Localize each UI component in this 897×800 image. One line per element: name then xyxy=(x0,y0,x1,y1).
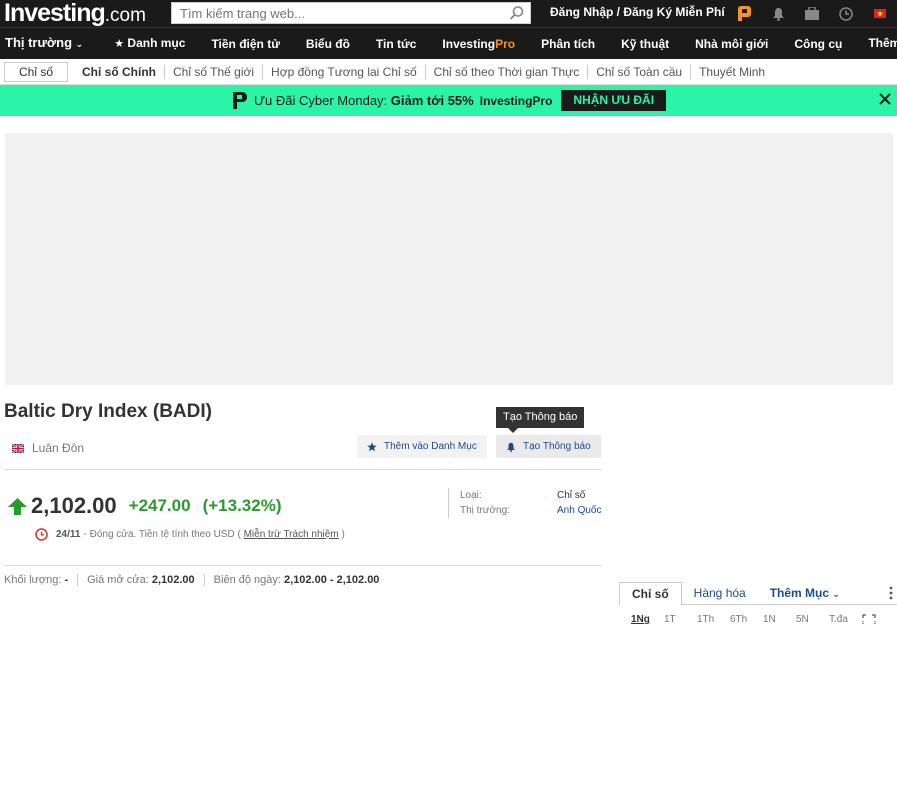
stat-day-range: Biên độ ngày: 2,102.00 - 2,102.00 xyxy=(213,574,380,586)
status-text: - Đóng cửa. Tiền tệ tính theo USD ( xyxy=(83,529,241,540)
exchange-location: Luân Đôn xyxy=(12,441,84,455)
instrument-meta: Loại: Chỉ số Thị trường: Anh Quốc xyxy=(448,488,601,518)
investingpro-icon[interactable] xyxy=(727,0,761,27)
tab-more[interactable]: Thêm Mục ⌄ xyxy=(758,582,852,604)
trading-stats: Khối lượng: - Giá mở cửa: 2,102.00 Biên … xyxy=(4,574,397,586)
subnav-index-futures[interactable]: Hợp đồng Tương lai Chỉ số xyxy=(263,64,426,79)
vietnam-flag-icon[interactable] xyxy=(863,0,897,27)
type-label: Loại: xyxy=(460,490,482,501)
ad-placeholder xyxy=(5,133,893,385)
period-selector: 1Ng 1T 1Th 6Th 1N 5N T.đa xyxy=(619,614,897,625)
nav-crypto[interactable]: Tiền điện tử xyxy=(198,28,292,60)
stat-open: Giá mở cửa: 2,102.00 xyxy=(87,574,205,586)
location-label: Luân Đôn xyxy=(32,441,85,455)
subnav-major-indices[interactable]: Chỉ số Chính xyxy=(74,64,166,79)
investingpro-logo-icon xyxy=(232,92,247,109)
nav-investingpro[interactable]: InvestingPro xyxy=(429,28,528,60)
period-1w[interactable]: 1T xyxy=(664,614,697,625)
nav-watchlist[interactable]: ★ Danh mục xyxy=(101,27,198,60)
page-title: Baltic Dry Index (BADI) xyxy=(4,401,212,422)
top-header: Investing.com Đăng Nhập / Đăng Ký Miễn P… xyxy=(0,0,897,27)
arrow-up-icon xyxy=(8,497,27,515)
chevron-down-icon: ⌄ xyxy=(75,39,84,49)
kebab-menu-icon[interactable] xyxy=(889,586,893,600)
nav-technical[interactable]: Kỹ thuật xyxy=(608,28,682,60)
subnav-world-indices[interactable]: Chỉ số Thế giới xyxy=(165,64,264,79)
portfolio-icon[interactable] xyxy=(795,0,829,27)
market-status: 24/11- Đóng cửa. Tiền tệ tính theo USD (… xyxy=(35,528,345,541)
last-price: 2,102.00 xyxy=(31,493,117,518)
alert-tooltip: Tạo Thông báo xyxy=(496,407,585,433)
divider xyxy=(4,565,602,566)
add-to-watchlist-button[interactable]: Thêm vào Danh Mục xyxy=(357,435,487,458)
price-block: 2,102.00 +247.00 (+13.32%) xyxy=(8,493,282,519)
promo-banner[interactable]: Ưu Đãi Cyber Monday: Giảm tới 55% Invest… xyxy=(0,85,897,116)
market-widget: Chỉ số Hàng hóa Thêm Mục ⌄ 1Ng 1T 1Th 6T… xyxy=(619,582,897,625)
tab-commodities[interactable]: Hàng hóa xyxy=(682,582,758,604)
disclaimer-link[interactable]: Miễn trừ Trách nhiệm xyxy=(244,529,339,540)
bell-icon xyxy=(507,442,515,452)
nav-tools[interactable]: Công cụ xyxy=(781,28,855,60)
search-box[interactable] xyxy=(171,2,531,24)
status-date: 24/11 xyxy=(56,529,81,540)
widget-tabs: Chỉ số Hàng hóa Thêm Mục ⌄ xyxy=(619,582,897,606)
breadcrumb-indices[interactable]: Chỉ số xyxy=(4,61,69,82)
signin-link[interactable]: Đăng Nhập / Đăng Ký Miễn Phí xyxy=(550,0,725,25)
subnav-global-indices[interactable]: Chỉ số Toàn cầu xyxy=(588,64,692,79)
clock-icon xyxy=(35,528,48,541)
star-icon xyxy=(367,441,377,451)
period-max[interactable]: T.đa xyxy=(829,614,862,625)
nav-brokers[interactable]: Nhà môi giới xyxy=(682,28,781,60)
nav-analysis[interactable]: Phân tích xyxy=(528,28,608,60)
tab-indices[interactable]: Chỉ số xyxy=(619,582,682,606)
bell-icon[interactable] xyxy=(761,0,795,27)
period-1y[interactable]: 1N xyxy=(763,614,796,625)
search-icon[interactable] xyxy=(509,5,525,21)
create-alert-button[interactable]: Tạo Thông báo xyxy=(496,435,601,458)
price-change-percent: (+13.32%) xyxy=(202,496,282,515)
search-input[interactable] xyxy=(172,3,502,23)
stat-volume: Khối lượng: - xyxy=(4,574,79,586)
price-change: +247.00 xyxy=(128,496,191,515)
star-icon: ★ xyxy=(114,38,125,50)
period-1d[interactable]: 1Ng xyxy=(631,614,664,625)
type-value: Chỉ số xyxy=(557,490,586,501)
promo-text: Ưu Đãi Cyber Monday: Giảm tới 55% xyxy=(253,93,474,108)
nav-news[interactable]: Tin tức xyxy=(363,28,429,60)
sub-nav: Chỉ số Chỉ số Chính Chỉ số Thế giới Hợp … xyxy=(0,59,897,85)
promo-brand: InvestingPro xyxy=(479,93,553,108)
chevron-down-icon: ⌄ xyxy=(832,589,840,599)
close-icon[interactable] xyxy=(878,92,892,106)
nav-charts[interactable]: Biểu đồ xyxy=(293,28,363,60)
subnav-commentary[interactable]: Thuyết Minh xyxy=(691,65,773,79)
nav-markets[interactable]: Thị trường ⌄ xyxy=(0,27,101,60)
divider xyxy=(4,469,602,470)
market-label: Thị trường: xyxy=(460,505,510,516)
site-logo[interactable]: Investing.com xyxy=(4,0,146,27)
clock-icon[interactable] xyxy=(829,0,863,27)
uk-flag-icon xyxy=(12,443,24,453)
subnav-realtime-indices[interactable]: Chỉ số theo Thời gian Thực xyxy=(426,64,589,79)
main-nav: Thị trường ⌄ ★ Danh mục Tiền điện tử Biể… xyxy=(0,27,897,59)
market-value-link[interactable]: Anh Quốc xyxy=(557,503,601,518)
fullscreen-icon[interactable] xyxy=(862,614,876,625)
period-1m[interactable]: 1Th xyxy=(697,614,730,625)
period-5y[interactable]: 5N xyxy=(796,614,829,625)
nav-more[interactable]: Thêm ⌄ xyxy=(855,27,897,60)
promo-cta-button[interactable]: NHẬN ƯU ĐÃI xyxy=(561,90,667,111)
period-6m[interactable]: 6Th xyxy=(730,614,763,625)
